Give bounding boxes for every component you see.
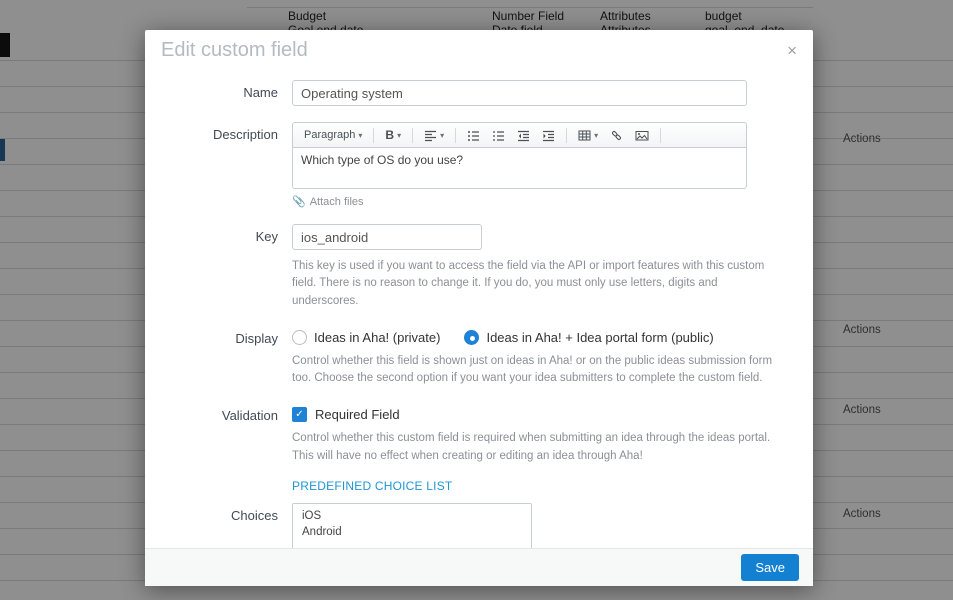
checkbox-icon: ✓ <box>292 407 307 423</box>
modal-title: Edit custom field <box>161 38 308 61</box>
modal-body: Name Description Paragraph ▾ B <box>145 70 813 548</box>
toolbar-separator <box>455 127 457 143</box>
radio-label: Ideas in Aha! + Idea portal form (public… <box>486 329 714 345</box>
close-icon[interactable]: × <box>787 42 797 59</box>
bullet-list-button[interactable] <box>462 127 485 144</box>
name-row: Name <box>145 80 813 106</box>
check-icon: ✓ <box>295 409 304 421</box>
table-icon <box>578 129 591 142</box>
rich-text-editor: Paragraph ▾ B ▾ ▾ ▾ Which type of OS do … <box>292 122 747 189</box>
bold-dropdown[interactable]: B ▾ <box>380 126 406 144</box>
name-input[interactable] <box>292 80 747 106</box>
key-help-text: This key is used if you want to access t… <box>292 260 765 307</box>
modal-header: Edit custom field × <box>145 30 813 70</box>
predefined-choice-list-tab[interactable]: PREDEFINED CHOICE LIST <box>292 479 452 493</box>
validation-help-text: Control whether this custom field is req… <box>292 432 771 462</box>
save-button[interactable]: Save <box>741 554 799 581</box>
choice-item[interactable]: iOS <box>293 508 531 524</box>
choices-row: Choices iOS Android <box>145 502 813 548</box>
radio-ideas-private[interactable]: Ideas in Aha! (private) <box>292 329 441 345</box>
paperclip-icon: 📎 <box>292 196 306 208</box>
rte-toolbar: Paragraph ▾ B ▾ ▾ ▾ <box>292 122 747 147</box>
description-editor[interactable]: Which type of OS do you use? <box>292 147 747 189</box>
outdent-button[interactable] <box>512 127 535 144</box>
checkbox-label: Required Field <box>315 407 400 423</box>
paragraph-style-dropdown[interactable]: Paragraph ▾ <box>299 127 367 143</box>
image-button[interactable] <box>630 127 654 144</box>
attach-files-label: Attach files <box>309 195 364 208</box>
key-input[interactable] <box>292 224 482 250</box>
required-field-checkbox[interactable]: ✓ Required Field <box>292 403 793 423</box>
chevron-down-icon: ▾ <box>440 130 445 140</box>
choices-label: Choices <box>231 507 278 523</box>
radio-label: Ideas in Aha! (private) <box>314 329 441 345</box>
description-row: Description Paragraph ▾ B ▾ ▾ ▾ Which ty… <box>145 122 813 208</box>
radio-ideas-portal-public[interactable]: Ideas in Aha! + Idea portal form (public… <box>464 329 714 345</box>
align-left-icon <box>424 129 437 142</box>
attach-files-link[interactable]: 📎 Attach files <box>292 195 793 209</box>
edit-custom-field-modal: Edit custom field × Name Description Par… <box>145 30 813 586</box>
indent-button[interactable] <box>537 127 560 144</box>
validation-label: Validation <box>221 408 278 424</box>
choice-item[interactable]: Android <box>293 524 531 540</box>
display-label: Display <box>235 330 278 346</box>
table-dropdown[interactable]: ▾ <box>573 127 603 144</box>
choices-listbox[interactable]: iOS Android <box>292 502 532 548</box>
toolbar-separator <box>566 127 568 143</box>
chevron-down-icon: ▾ <box>397 130 402 140</box>
toolbar-separator <box>412 127 414 143</box>
description-label: Description <box>212 127 278 142</box>
name-label: Name <box>243 85 278 100</box>
toolbar-separator <box>660 127 662 143</box>
paragraph-style-label: Paragraph <box>304 129 356 141</box>
display-row: Display Ideas in Aha! (private) Ideas in… <box>145 326 813 388</box>
modal-footer: Save <box>145 548 813 586</box>
bold-icon: B <box>385 128 395 142</box>
key-row: Key This key is used if you want to acce… <box>145 224 813 310</box>
radio-icon <box>292 329 307 345</box>
toolbar-separator <box>373 127 375 143</box>
display-help-text: Control whether this field is shown just… <box>292 354 773 384</box>
align-dropdown[interactable]: ▾ <box>419 127 449 144</box>
numbered-list-button[interactable] <box>487 127 510 144</box>
chevron-down-icon: ▾ <box>358 130 363 140</box>
radio-icon <box>464 329 480 345</box>
display-radio-group: Ideas in Aha! (private) Ideas in Aha! + … <box>292 326 793 345</box>
key-label: Key <box>255 229 278 244</box>
link-button[interactable] <box>605 127 628 144</box>
validation-row: Validation ✓ Required Field Control whet… <box>145 403 813 465</box>
chevron-down-icon: ▾ <box>594 130 599 140</box>
